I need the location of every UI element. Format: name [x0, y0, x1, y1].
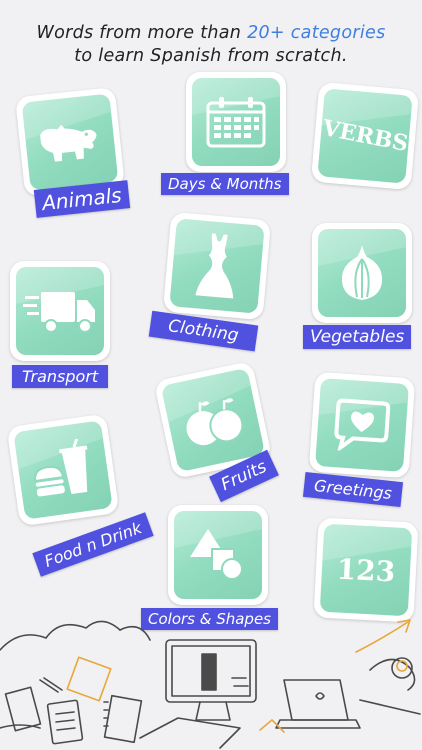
category-tile-colors-shapes[interactable]	[168, 505, 268, 605]
calendar-icon	[206, 97, 266, 148]
headline-line-1: Words from more than 20+ categories	[0, 22, 422, 45]
headline-accent: 20+ categories	[247, 23, 386, 43]
category-label-vegetables[interactable]: Vegetables	[303, 325, 412, 349]
verbs-text-icon: VERBS	[320, 114, 410, 158]
category-tile-verbs[interactable]: VERBS	[310, 81, 420, 191]
burger-drink-icon	[34, 438, 88, 497]
speech-heart-icon	[334, 398, 391, 453]
headline-line-2: to learn Spanish from scratch.	[74, 46, 348, 66]
dress-icon	[195, 233, 234, 299]
numbers-icon: 123	[335, 551, 397, 589]
category-label-transport[interactable]: Transport	[12, 365, 109, 388]
category-label-greetings[interactable]: Greetings	[302, 471, 404, 508]
headline: Words from more than 20+ categories to l…	[0, 22, 422, 68]
category-tile-animals[interactable]	[15, 87, 125, 197]
category-tile-greetings[interactable]	[308, 371, 416, 479]
category-label-days-months[interactable]: Days & Months	[161, 173, 289, 195]
category-tile-vegetables[interactable]	[312, 223, 412, 323]
category-tile-food-drink[interactable]	[6, 413, 120, 527]
category-tile-transport[interactable]	[10, 261, 110, 361]
apples-icon	[186, 398, 244, 446]
hippo-icon	[40, 124, 97, 162]
category-tile-numbers[interactable]: 123	[313, 517, 419, 623]
shapes-icon	[190, 529, 243, 580]
category-tile-clothing[interactable]	[162, 211, 272, 321]
headline-prefix: Words from more than	[36, 23, 248, 43]
truck-icon	[23, 292, 95, 333]
doodle-illustration	[0, 619, 421, 749]
category-tile-days-months[interactable]	[186, 72, 286, 172]
onion-icon	[341, 245, 383, 300]
